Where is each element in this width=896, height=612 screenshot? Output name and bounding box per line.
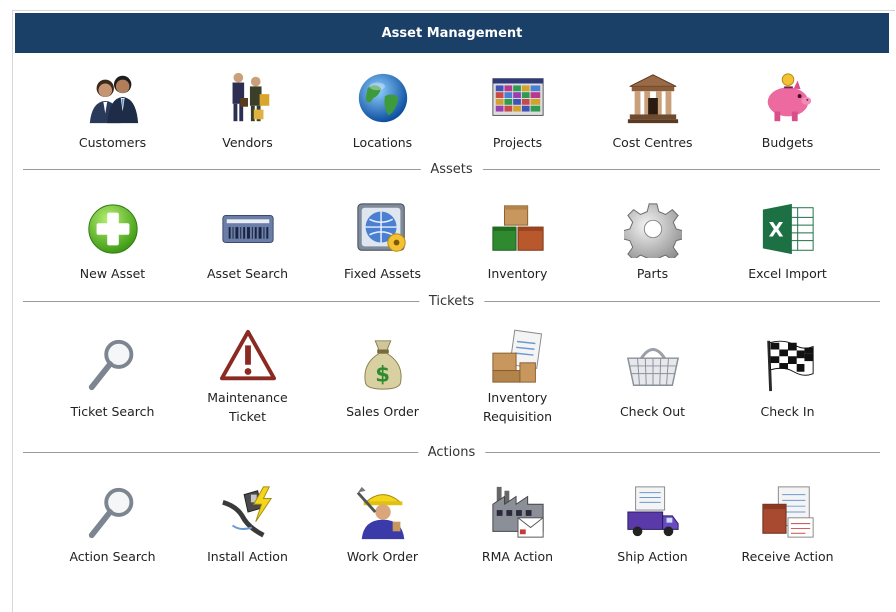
barcode-icon xyxy=(218,199,278,259)
requisition-icon xyxy=(488,329,548,383)
budgets-label: Budgets xyxy=(761,135,814,150)
receive-action-tile[interactable]: Receive Action xyxy=(720,482,855,566)
vendors-label: Vendors xyxy=(222,135,273,150)
inventory-tile[interactable]: Inventory xyxy=(450,199,585,283)
excel-icon: X xyxy=(758,199,818,259)
inventory-label: Inventory xyxy=(487,266,548,281)
budgets-tile[interactable]: Budgets xyxy=(720,68,855,152)
section-heading-tickets: Tickets xyxy=(418,292,485,312)
customers-tile[interactable]: Customers xyxy=(45,68,180,152)
maintenance-ticket-label-line1: Maintenance xyxy=(207,390,288,405)
factory-icon xyxy=(488,482,548,542)
page-title: Asset Management xyxy=(381,25,523,41)
new-asset-tile[interactable]: New Asset xyxy=(45,199,180,283)
work-order-label: Work Order xyxy=(346,549,419,564)
customers-label: Customers xyxy=(78,135,147,150)
section-divider-assets: Assets xyxy=(23,160,880,180)
check-out-tile[interactable]: Check Out xyxy=(585,331,720,426)
check-in-tile[interactable]: Check In xyxy=(720,331,855,426)
vendors-icon xyxy=(218,68,278,128)
plus-icon xyxy=(83,199,143,259)
action-search-tile[interactable]: Action Search xyxy=(45,482,180,566)
maintenance-ticket-label: Maintenance Ticket xyxy=(207,388,288,426)
svg-text:$: $ xyxy=(375,362,390,387)
piggy-bank-icon xyxy=(758,68,818,128)
inventory-requisition-label-line1: Inventory xyxy=(487,390,548,405)
projects-tile[interactable]: Projects xyxy=(450,68,585,152)
tickets-row: Ticket Search Maintenance Ticket $ Sales… xyxy=(45,329,856,426)
parts-label: Parts xyxy=(636,266,669,281)
check-out-label: Check Out xyxy=(619,404,686,419)
actions-row: Action Search Install Action Work Order … xyxy=(45,482,856,566)
asset-search-tile[interactable]: Asset Search xyxy=(180,199,315,283)
ticket-search-tile[interactable]: Ticket Search xyxy=(45,331,180,426)
inventory-requisition-label: Inventory Requisition xyxy=(483,388,552,426)
excel-import-label: Excel Import xyxy=(748,266,827,281)
install-action-label: Install Action xyxy=(207,549,288,564)
parts-tile[interactable]: Parts xyxy=(585,199,720,283)
locations-label: Locations xyxy=(352,135,413,150)
rma-action-label: RMA Action xyxy=(481,549,554,564)
gear-icon xyxy=(623,199,683,259)
work-order-tile[interactable]: Work Order xyxy=(315,482,450,566)
ship-action-label: Ship Action xyxy=(617,549,688,564)
fixed-assets-label: Fixed Assets xyxy=(343,266,422,281)
maintenance-ticket-tile[interactable]: Maintenance Ticket xyxy=(180,329,315,426)
section-heading-assets: Assets xyxy=(420,160,483,180)
quick-links-row: Customers Vendors Locations Projects Cos… xyxy=(45,68,856,152)
receive-document-icon xyxy=(758,482,818,542)
cost-centres-tile[interactable]: Cost Centres xyxy=(585,68,720,152)
vendors-tile[interactable]: Vendors xyxy=(180,68,315,152)
receive-action-label: Receive Action xyxy=(741,549,834,564)
cost-centres-label: Cost Centres xyxy=(612,135,693,150)
action-search-label: Action Search xyxy=(69,549,156,564)
truck-icon xyxy=(623,482,683,542)
inventory-requisition-tile[interactable]: Inventory Requisition xyxy=(450,329,585,426)
worker-icon xyxy=(353,482,413,542)
sales-order-label: Sales Order xyxy=(346,404,419,419)
excel-import-tile[interactable]: X Excel Import xyxy=(720,199,855,283)
checkered-flag-icon xyxy=(758,331,818,397)
bank-icon xyxy=(623,68,683,128)
maintenance-ticket-label-line2: Ticket xyxy=(229,409,266,424)
section-divider-actions: Actions xyxy=(23,443,880,463)
ticket-search-label: Ticket Search xyxy=(70,404,155,419)
install-cable-icon xyxy=(218,482,278,542)
magnifier-icon xyxy=(83,482,143,542)
assets-row: New Asset Asset Search Fixed Assets Inve… xyxy=(45,199,856,283)
svg-text:X: X xyxy=(768,219,783,242)
boxes-icon xyxy=(488,199,548,259)
money-bag-icon: $ xyxy=(353,331,413,397)
globe-icon xyxy=(353,68,413,128)
customers-icon xyxy=(83,68,143,128)
sales-order-tile[interactable]: $ Sales Order xyxy=(315,331,450,426)
fixed-assets-icon xyxy=(353,199,413,259)
rma-action-tile[interactable]: RMA Action xyxy=(450,482,585,566)
projects-label: Projects xyxy=(492,135,543,150)
section-divider-tickets: Tickets xyxy=(23,292,880,312)
projects-icon xyxy=(488,68,548,128)
basket-icon xyxy=(623,331,683,397)
page-title-bar: Asset Management xyxy=(15,13,889,53)
check-in-label: Check In xyxy=(760,404,815,419)
fixed-assets-tile[interactable]: Fixed Assets xyxy=(315,199,450,283)
asset-search-label: Asset Search xyxy=(206,266,289,281)
new-asset-label: New Asset xyxy=(79,266,146,281)
locations-tile[interactable]: Locations xyxy=(315,68,450,152)
ship-action-tile[interactable]: Ship Action xyxy=(585,482,720,566)
magnifier-icon xyxy=(83,331,143,397)
warning-icon xyxy=(218,329,278,383)
inventory-requisition-label-line2: Requisition xyxy=(482,409,553,424)
section-heading-actions: Actions xyxy=(417,443,486,463)
install-action-tile[interactable]: Install Action xyxy=(180,482,315,566)
